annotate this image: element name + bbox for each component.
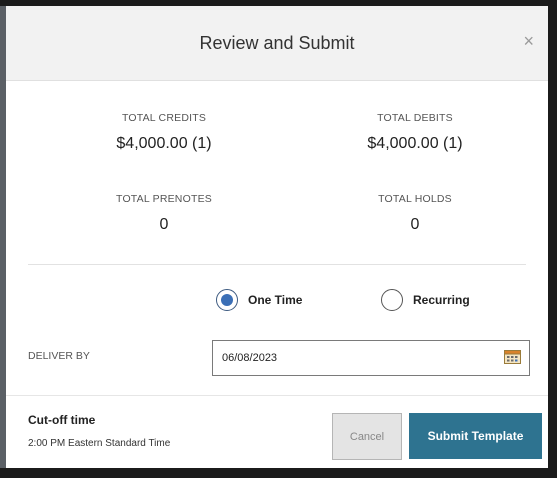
dialog-title: Review and Submit xyxy=(199,33,355,53)
total-prenotes-value: 0 xyxy=(159,216,169,233)
total-holds: TOTAL HOLDS 0 xyxy=(315,193,515,234)
deliver-by-date-input[interactable]: 06/08/2023 xyxy=(212,340,530,376)
deliver-by-date-value: 06/08/2023 xyxy=(222,352,278,364)
cutoff-detail: 2:00 PM Eastern Standard Time xyxy=(28,438,171,449)
section-divider xyxy=(28,264,526,265)
total-credits: TOTAL CREDITS $4,000.00 (1) xyxy=(64,112,264,153)
submit-template-button[interactable]: Submit Template xyxy=(409,413,542,459)
cancel-button[interactable]: Cancel xyxy=(332,413,402,460)
radio-selected-dot xyxy=(221,294,233,306)
total-holds-value: 0 xyxy=(410,216,420,233)
close-icon[interactable]: × xyxy=(523,32,534,50)
deliver-by-label: DELIVER BY xyxy=(28,350,90,362)
calendar-icon[interactable] xyxy=(504,349,521,364)
radio-recurring-control[interactable] xyxy=(381,289,403,311)
total-prenotes-label: TOTAL PRENOTES xyxy=(116,193,212,205)
review-submit-dialog: Review and Submit × TOTAL CREDITS $4,000… xyxy=(6,6,548,468)
dialog-header: Review and Submit × xyxy=(6,6,548,81)
total-debits: TOTAL DEBITS $4,000.00 (1) xyxy=(315,112,515,153)
cutoff-title: Cut-off time xyxy=(28,413,96,427)
total-debits-value: $4,000.00 (1) xyxy=(367,135,463,152)
radio-one-time-label: One Time xyxy=(248,293,303,307)
radio-one-time-control[interactable] xyxy=(216,289,238,311)
total-debits-label: TOTAL DEBITS xyxy=(377,112,453,124)
total-prenotes: TOTAL PRENOTES 0 xyxy=(64,193,264,234)
radio-recurring-label: Recurring xyxy=(413,293,470,307)
footer-divider xyxy=(6,395,548,396)
total-credits-label: TOTAL CREDITS xyxy=(121,112,207,124)
radio-one-time[interactable]: One Time xyxy=(216,285,302,315)
total-holds-label: TOTAL HOLDS xyxy=(378,193,452,205)
radio-recurring[interactable]: Recurring xyxy=(381,285,470,315)
total-credits-value: $4,000.00 (1) xyxy=(116,135,212,152)
